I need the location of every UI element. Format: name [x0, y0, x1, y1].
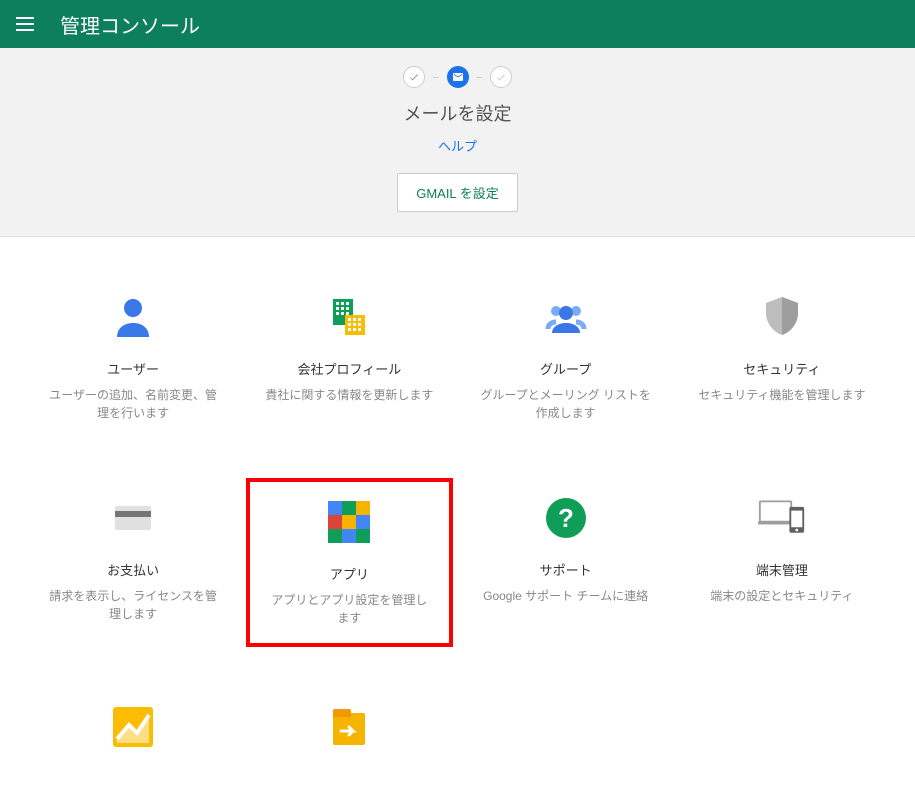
buildings-icon — [325, 293, 373, 341]
tile-security[interactable]: セキュリティ セキュリティ機能を管理します — [679, 277, 885, 438]
tile-reports[interactable] — [30, 687, 236, 785]
help-icon: ? — [542, 494, 590, 542]
tile-desc: 請求を表示し、ライセンスを管理します — [40, 587, 226, 623]
setup-gmail-button[interactable]: GMAIL を設定 — [397, 173, 518, 212]
help-link[interactable]: ヘルプ — [438, 139, 477, 154]
tile-title: アプリ — [260, 564, 438, 583]
devices-icon — [758, 494, 806, 542]
tile-device-management[interactable]: 端末管理 端末の設定とセキュリティ — [679, 478, 885, 647]
step-divider: – — [477, 72, 483, 83]
users-icon — [109, 293, 157, 341]
tile-desc: アプリとアプリ設定を管理します — [260, 591, 438, 627]
step-2-icon — [447, 66, 469, 88]
tile-desc: 貴社に関する情報を更新します — [256, 386, 442, 404]
tile-desc: セキュリティ機能を管理します — [689, 386, 875, 404]
menu-icon[interactable] — [16, 12, 40, 36]
tile-users[interactable]: ユーザー ユーザーの追加、名前変更、管理を行います — [30, 277, 236, 438]
step-3-icon — [490, 66, 512, 88]
banner-title: メールを設定 — [0, 100, 915, 126]
tile-billing[interactable]: お支払い 請求を表示し、ライセンスを管理します — [30, 478, 236, 647]
shield-icon — [758, 293, 806, 341]
tile-desc: 端末の設定とセキュリティ — [689, 587, 875, 605]
apps-icon — [325, 498, 373, 546]
tile-migration[interactable] — [246, 687, 452, 785]
groups-icon — [542, 293, 590, 341]
analytics-icon — [109, 703, 157, 751]
migration-icon — [325, 703, 373, 751]
setup-banner: – – メールを設定 ヘルプ GMAIL を設定 — [0, 48, 915, 237]
tile-company-profile[interactable]: 会社プロフィール 貴社に関する情報を更新します — [246, 277, 452, 438]
tile-title: 端末管理 — [689, 560, 875, 579]
tile-title: お支払い — [40, 560, 226, 579]
step-divider: – — [433, 72, 439, 83]
tile-title: 会社プロフィール — [256, 359, 442, 378]
stepper: – – — [0, 66, 915, 88]
tile-title: サポート — [473, 560, 659, 579]
dashboard-grid: ユーザー ユーザーの追加、名前変更、管理を行います 会社プロフィール 貴社に関す… — [0, 237, 915, 785]
app-header: 管理コンソール — [0, 0, 915, 48]
tile-support[interactable]: ? サポート Google サポート チームに連絡 — [463, 478, 669, 647]
tile-title: セキュリティ — [689, 359, 875, 378]
tile-desc: ユーザーの追加、名前変更、管理を行います — [40, 386, 226, 422]
tile-groups[interactable]: グループ グループとメーリング リストを作成します — [463, 277, 669, 438]
svg-text:?: ? — [558, 503, 574, 533]
tile-apps[interactable]: アプリ アプリとアプリ設定を管理します — [246, 478, 452, 647]
tile-title: ユーザー — [40, 359, 226, 378]
tile-title: グループ — [473, 359, 659, 378]
header-title: 管理コンソール — [60, 10, 200, 39]
step-1-icon — [403, 66, 425, 88]
banner-help: ヘルプ — [0, 136, 915, 155]
credit-card-icon — [109, 494, 157, 542]
tile-desc: Google サポート チームに連絡 — [473, 587, 659, 605]
tile-desc: グループとメーリング リストを作成します — [473, 386, 659, 422]
